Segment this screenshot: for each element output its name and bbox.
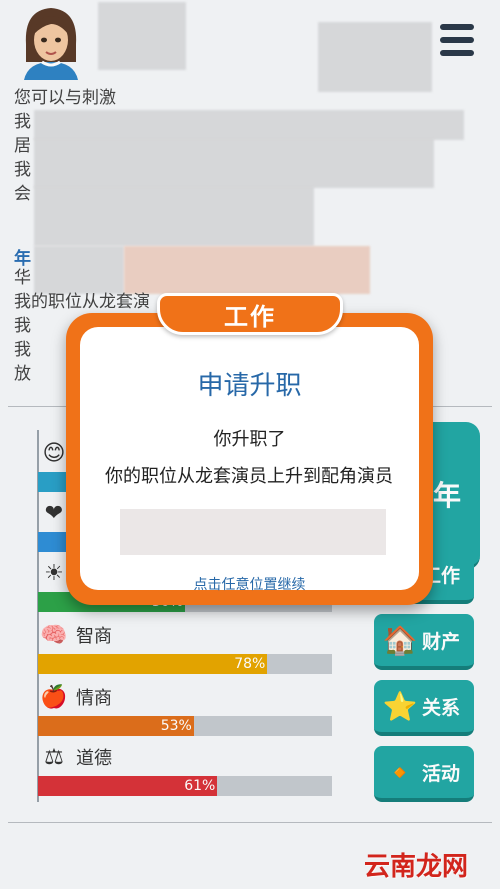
dialog-detail: 你的职位从龙套演员上升到配角演员 bbox=[105, 466, 393, 487]
dialog-message: 你升职了 bbox=[213, 429, 286, 450]
dialog-title: 申请升职 bbox=[197, 371, 302, 401]
dialog-tab: 工作 bbox=[157, 293, 343, 335]
redacted-area bbox=[120, 509, 386, 555]
continue-hint[interactable]: 点击任意位置继续 bbox=[80, 574, 419, 594]
promotion-dialog[interactable]: 申请升职 你升职了 你的职位从龙套演员上升到配角演员 点击任意位置继续 bbox=[66, 313, 433, 605]
dialog-body: 申请升职 你升职了 你的职位从龙套演员上升到配角演员 点击任意位置继续 bbox=[80, 327, 419, 593]
